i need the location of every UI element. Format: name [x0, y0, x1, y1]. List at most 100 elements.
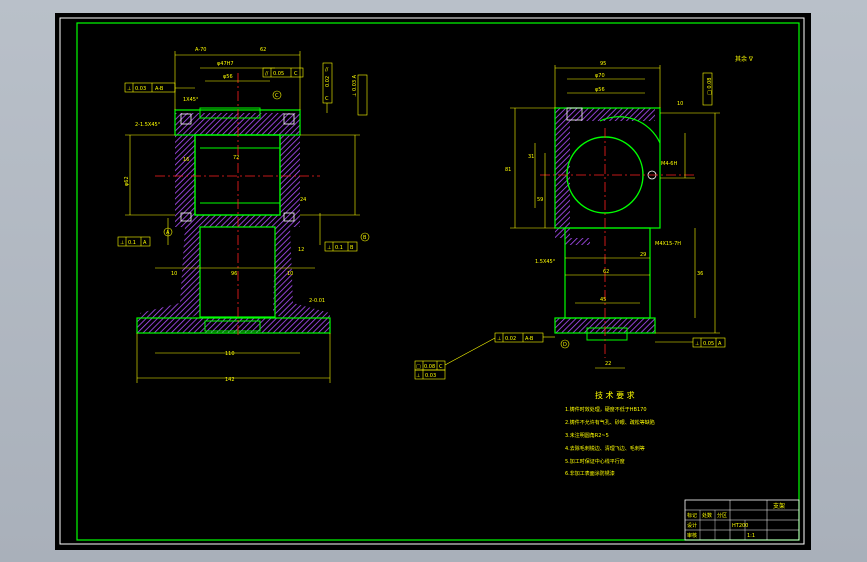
right-dim-59: 59: [537, 197, 543, 203]
right-datum-d: D: [560, 339, 570, 349]
svg-text:□: □: [416, 364, 421, 370]
left-callout-chamfer: 1X45°: [183, 97, 199, 103]
svg-text:0.08: 0.08: [424, 364, 435, 370]
svg-text:0.02: 0.02: [505, 336, 516, 342]
right-callout-m4x15: M4X15-7H: [655, 241, 681, 247]
roughness-note: 其余 ∇: [735, 55, 754, 63]
right-fcf-5-vertical: □ 0.08: [702, 72, 713, 106]
left-dim-10a: 10: [171, 271, 177, 277]
left-fcf-5-vertical: // 0.02 C: [322, 62, 333, 113]
right-callout-m4: M4-6H: [661, 161, 677, 167]
outer-frame: [59, 17, 805, 545]
left-dim-110: 110: [225, 351, 235, 357]
left-fcf-3: ⊥ 0.1 A: [117, 236, 151, 247]
tb-scale: 1:1: [747, 533, 755, 539]
tb-part-name: 支架: [773, 502, 785, 510]
left-fcf-2: // 0.05 C: [262, 67, 304, 78]
svg-text:0.1: 0.1: [128, 240, 136, 246]
left-dim-62: 62: [260, 47, 266, 53]
svg-text:0.05: 0.05: [273, 71, 284, 77]
right-dim-62: 62: [603, 269, 609, 275]
svg-text:0.02: 0.02: [325, 76, 331, 87]
svg-text:□ 0.08: □ 0.08: [707, 78, 713, 95]
left-fcf-1: ⊥ 0.03 A-B: [124, 82, 195, 93]
left-column-right-hatch: [273, 227, 330, 328]
svg-text:B: B: [363, 235, 367, 241]
svg-text:0.1: 0.1: [335, 245, 343, 251]
tb-label-design: 设计: [687, 522, 697, 529]
right-view: 95 φ70 φ56 81 31 59 29 62 45 36 10 22 1.…: [414, 61, 726, 380]
svg-text:0.05: 0.05: [703, 341, 714, 347]
tech-req-item-1: 1.铸件时效处理，硬度不低于HB170: [565, 406, 647, 413]
right-dim-22: 22: [605, 361, 611, 367]
right-dim-phi56: φ56: [595, 87, 605, 93]
left-dim-a70: A-70: [195, 47, 206, 53]
title-block: 标记 处数 分区 设计 审核 HT200 1:1 支架: [684, 499, 800, 541]
svg-text:B: B: [350, 245, 354, 251]
svg-text:⊥: ⊥: [497, 336, 501, 342]
svg-text:C: C: [439, 364, 443, 370]
svg-text:C: C: [294, 71, 298, 77]
svg-text:A-B: A-B: [155, 86, 164, 92]
right-dim-31: 31: [528, 154, 534, 160]
tb-label-review: 审核: [687, 532, 697, 539]
svg-text:C: C: [275, 93, 279, 99]
svg-text:D: D: [563, 342, 567, 348]
tb-label-zone: 分区: [717, 512, 727, 519]
right-dim-phi70: φ70: [595, 73, 605, 79]
left-dim-12: 12: [298, 247, 304, 253]
left-dim-142: 142: [225, 377, 235, 383]
svg-text:⊥ 0.03 A: ⊥ 0.03 A: [352, 74, 358, 97]
tb-material: HT200: [732, 523, 748, 529]
drawing-viewport[interactable]: 其余 ∇ A-70 62 φ47H7 φ56 16 72 φ62 24 12 1…: [55, 13, 811, 550]
right-column-hatch: [565, 238, 590, 245]
left-dim-phi56: φ56: [223, 74, 233, 80]
svg-text://: //: [265, 71, 269, 77]
tb-label-mark: 标记: [687, 512, 697, 519]
right-callout-chamfer: 1.5X45°: [535, 259, 556, 265]
left-dim-72: 72: [233, 155, 239, 161]
left-dim-16: 16: [183, 157, 189, 163]
left-top-flange-hatch: [175, 113, 300, 135]
left-dim-phi47: φ47H7: [217, 61, 234, 67]
left-datum-a: A: [163, 227, 173, 237]
left-column: [199, 226, 276, 318]
tech-req-item-6: 6.非加工表面涂防锈漆: [565, 470, 615, 477]
left-datum-b: B: [360, 232, 370, 242]
left-datum-c: C: [272, 90, 282, 100]
left-callout-chamfer2: 2-1.5X45°: [135, 122, 161, 128]
svg-text:⊥: ⊥: [120, 240, 124, 246]
right-fcf-3: □ 0.08 C: [414, 337, 496, 371]
svg-text://: //: [325, 67, 329, 73]
left-dim-24: 24: [300, 197, 306, 203]
right-upper-block: [554, 107, 661, 229]
left-fcf-4: ⊥ 0.1 B: [324, 241, 358, 252]
svg-text:⊥: ⊥: [127, 86, 131, 92]
svg-text:C: C: [325, 96, 329, 102]
left-fcf-6-vertical: ⊥ 0.03 A: [352, 74, 368, 116]
drawing-sheet: 其余 ∇ A-70 62 φ47H7 φ56 16 72 φ62 24 12 1…: [59, 17, 805, 545]
tech-req-item-4: 4.去除毛刺锐边、清理飞边、毛刺等: [565, 445, 645, 452]
left-body-right-wall: [280, 135, 300, 215]
svg-text:A-B: A-B: [525, 336, 534, 342]
svg-text:A: A: [166, 230, 170, 236]
right-dim-45: 45: [600, 297, 606, 303]
svg-text:A: A: [143, 240, 147, 246]
left-column-left-hatch: [140, 227, 200, 328]
right-dim-36: 36: [697, 271, 703, 277]
tech-req-item-5: 5.加工时保证中心线平行度: [565, 458, 625, 465]
tech-req-item-2: 2.铸件不允许有气孔、砂眼、疏松等缺陷: [565, 419, 655, 426]
left-mid-plate-hatch: [175, 215, 300, 227]
left-view: A-70 62 φ47H7 φ56 16 72 φ62 24 12 10 10 …: [117, 47, 370, 383]
tech-req-item-3: 3.未注明圆角R2~5: [565, 432, 609, 439]
left-dim-96: 96: [231, 271, 237, 277]
right-fcf-1: ⊥ 0.02 A-B: [494, 332, 555, 343]
svg-text:⊥: ⊥: [416, 373, 420, 379]
left-dim-phi62: φ62: [124, 176, 130, 186]
svg-text:0.03: 0.03: [425, 373, 436, 379]
left-dim-10b: 10: [287, 271, 293, 277]
svg-text:A: A: [718, 341, 722, 347]
right-dim-29: 29: [640, 252, 646, 258]
tech-requirements: 技 术 要 求 1.铸件时效处理，硬度不低于HB170 2.铸件不允许有气孔、砂…: [565, 390, 655, 477]
tb-label-count: 处数: [702, 512, 712, 519]
